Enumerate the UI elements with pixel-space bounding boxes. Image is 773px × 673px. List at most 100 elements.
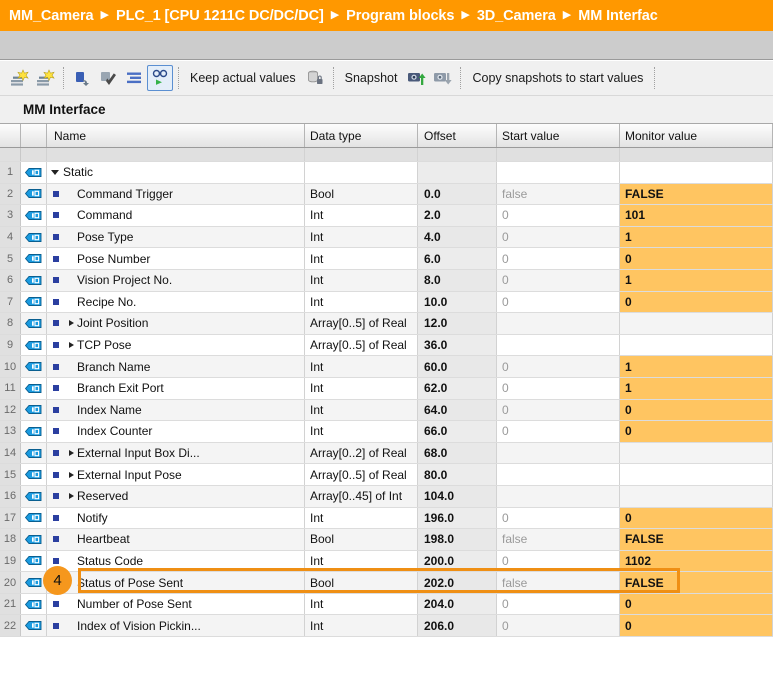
row-name-cell[interactable]: Branch Name bbox=[47, 356, 305, 377]
row-monitor-value[interactable] bbox=[620, 335, 773, 356]
table-row[interactable]: 2Command TriggerBool0.0falseFALSE bbox=[0, 184, 773, 206]
row-data-type[interactable]: Array[0..45] of Int bbox=[305, 486, 418, 507]
row-name-cell[interactable]: Command Trigger bbox=[47, 184, 305, 205]
tag-icon[interactable] bbox=[21, 184, 47, 205]
row-monitor-value[interactable]: 0 bbox=[620, 421, 773, 442]
expander-collapsed-icon[interactable] bbox=[69, 450, 74, 456]
table-row[interactable]: 5Pose NumberInt6.000 bbox=[0, 248, 773, 270]
tag-icon[interactable] bbox=[21, 551, 47, 572]
row-name-cell[interactable]: Index Name bbox=[47, 400, 305, 421]
tag-icon[interactable] bbox=[21, 292, 47, 313]
table-row[interactable]: 20Status of Pose SentBool202.0falseFALSE bbox=[0, 572, 773, 594]
row-data-type[interactable]: Int bbox=[305, 615, 418, 636]
expand-all-icon[interactable] bbox=[121, 65, 147, 91]
row-start-value[interactable]: 0 bbox=[497, 400, 620, 421]
row-name-cell[interactable]: Command bbox=[47, 205, 305, 226]
row-monitor-value[interactable] bbox=[620, 486, 773, 507]
table-row[interactable]: 15External Input PoseArray[0..5] of Real… bbox=[0, 464, 773, 486]
row-start-value[interactable]: 0 bbox=[497, 292, 620, 313]
row-monitor-value[interactable]: 0 bbox=[620, 292, 773, 313]
tag-icon[interactable] bbox=[21, 508, 47, 529]
expander-collapsed-icon[interactable] bbox=[69, 472, 74, 478]
row-start-value[interactable]: 0 bbox=[497, 227, 620, 248]
row-data-type[interactable]: Bool bbox=[305, 529, 418, 550]
row-start-value[interactable] bbox=[497, 162, 620, 183]
column-header-monitor-value[interactable]: Monitor value bbox=[620, 124, 773, 147]
expander-expanded-icon[interactable] bbox=[51, 170, 59, 175]
row-start-value[interactable]: 0 bbox=[497, 615, 620, 636]
breadcrumb-item-project[interactable]: MM_Camera bbox=[9, 8, 94, 24]
breadcrumb-item-3d-camera[interactable]: 3D_Camera bbox=[477, 8, 556, 24]
row-monitor-value[interactable]: 0 bbox=[620, 508, 773, 529]
tag-icon[interactable] bbox=[21, 464, 47, 485]
row-start-value[interactable]: 0 bbox=[497, 594, 620, 615]
row-start-value[interactable]: false bbox=[497, 572, 620, 593]
tag-icon[interactable] bbox=[21, 270, 47, 291]
tag-icon[interactable] bbox=[21, 400, 47, 421]
row-monitor-value[interactable]: 1102 bbox=[620, 551, 773, 572]
tag-icon[interactable] bbox=[21, 205, 47, 226]
row-name-cell[interactable]: Static bbox=[47, 162, 305, 183]
tag-icon[interactable] bbox=[21, 248, 47, 269]
table-row[interactable]: 16ReservedArray[0..45] of Int104.0 bbox=[0, 486, 773, 508]
table-row[interactable]: 21Number of Pose SentInt204.000 bbox=[0, 594, 773, 616]
expander-collapsed-icon[interactable] bbox=[69, 320, 74, 326]
table-row[interactable]: 8Joint PositionArray[0..5] of Real12.0 bbox=[0, 313, 773, 335]
row-name-cell[interactable]: Status Code bbox=[47, 551, 305, 572]
row-name-cell[interactable]: Pose Type bbox=[47, 227, 305, 248]
row-start-value[interactable] bbox=[497, 464, 620, 485]
row-monitor-value[interactable] bbox=[620, 443, 773, 464]
row-data-type[interactable]: Int bbox=[305, 594, 418, 615]
row-name-cell[interactable]: Pose Number bbox=[47, 248, 305, 269]
row-name-cell[interactable]: Recipe No. bbox=[47, 292, 305, 313]
table-row[interactable]: 11Branch Exit PortInt62.001 bbox=[0, 378, 773, 400]
lock-snapshot-icon[interactable] bbox=[302, 65, 328, 91]
row-data-type[interactable]: Int bbox=[305, 508, 418, 529]
row-data-type[interactable]: Int bbox=[305, 378, 418, 399]
copy-snapshots-to-start-values-label[interactable]: Copy snapshots to start values bbox=[466, 71, 649, 85]
row-data-type[interactable]: Int bbox=[305, 551, 418, 572]
table-row[interactable]: 12Index NameInt64.000 bbox=[0, 400, 773, 422]
row-start-value[interactable]: false bbox=[497, 529, 620, 550]
row-data-type[interactable]: Int bbox=[305, 227, 418, 248]
row-data-type[interactable]: Int bbox=[305, 270, 418, 291]
row-monitor-value[interactable]: 0 bbox=[620, 248, 773, 269]
row-monitor-value[interactable]: 1 bbox=[620, 356, 773, 377]
row-name-cell[interactable]: TCP Pose bbox=[47, 335, 305, 356]
row-data-type[interactable]: Int bbox=[305, 292, 418, 313]
row-name-cell[interactable]: Number of Pose Sent bbox=[47, 594, 305, 615]
row-monitor-value[interactable] bbox=[620, 162, 773, 183]
row-name-cell[interactable]: Status of Pose Sent bbox=[47, 572, 305, 593]
row-data-type[interactable]: Int bbox=[305, 248, 418, 269]
row-monitor-value[interactable]: 0 bbox=[620, 594, 773, 615]
row-name-cell[interactable]: External Input Pose bbox=[47, 464, 305, 485]
row-name-cell[interactable]: Joint Position bbox=[47, 313, 305, 334]
monitor-all-icon[interactable] bbox=[95, 65, 121, 91]
breadcrumb-item-plc[interactable]: PLC_1 [CPU 1211C DC/DC/DC] bbox=[116, 8, 324, 24]
row-start-value[interactable]: 0 bbox=[497, 421, 620, 442]
row-data-type[interactable]: Int bbox=[305, 356, 418, 377]
tag-icon[interactable] bbox=[21, 421, 47, 442]
row-name-cell[interactable]: Reserved bbox=[47, 486, 305, 507]
row-name-cell[interactable]: Index of Vision Pickin... bbox=[47, 615, 305, 636]
row-start-value[interactable]: 0 bbox=[497, 248, 620, 269]
table-row[interactable]: 1Static bbox=[0, 162, 773, 184]
tag-icon[interactable] bbox=[21, 378, 47, 399]
row-name-cell[interactable]: Heartbeat bbox=[47, 529, 305, 550]
tag-icon[interactable] bbox=[21, 335, 47, 356]
table-row[interactable]: 22Index of Vision Pickin...Int206.000 bbox=[0, 615, 773, 637]
row-data-type[interactable]: Int bbox=[305, 205, 418, 226]
tag-icon[interactable] bbox=[21, 594, 47, 615]
table-row[interactable]: 17NotifyInt196.000 bbox=[0, 508, 773, 530]
table-row[interactable]: 10Branch NameInt60.001 bbox=[0, 356, 773, 378]
row-start-value[interactable] bbox=[497, 443, 620, 464]
tag-icon[interactable] bbox=[21, 615, 47, 636]
column-header-data-type[interactable]: Data type bbox=[305, 124, 418, 147]
table-row[interactable]: 4Pose TypeInt4.001 bbox=[0, 227, 773, 249]
row-data-type[interactable]: Int bbox=[305, 400, 418, 421]
row-data-type[interactable]: Array[0..2] of Real bbox=[305, 443, 418, 464]
tag-icon[interactable] bbox=[21, 313, 47, 334]
breadcrumb-item-mm-interface[interactable]: MM Interfac bbox=[578, 8, 657, 24]
row-data-type[interactable]: Array[0..5] of Real bbox=[305, 464, 418, 485]
add-new-row-icon[interactable] bbox=[6, 65, 32, 91]
